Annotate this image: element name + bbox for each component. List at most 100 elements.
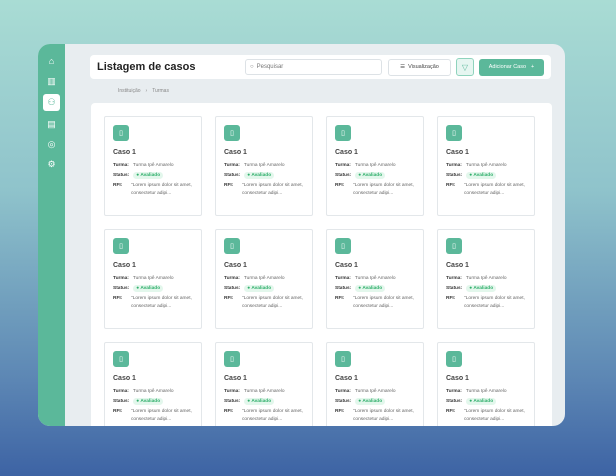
status-label: Status: (113, 286, 130, 292)
case-card[interactable]: ▯ Caso 1 Turma: Turma Ipê Amarelo Status:… (104, 116, 202, 216)
view-button[interactable]: ☰ Visualização (388, 58, 451, 76)
turma-value: Turma Ipê Amarelo (465, 163, 507, 168)
case-card[interactable]: ▯ Caso 1 Turma: Turma Ipê Amarelo Status:… (437, 116, 535, 216)
users-icon[interactable]: ⚇ (43, 94, 60, 111)
status-row: Status: ● Avaliado (113, 398, 193, 406)
status-badge: ● Avaliado (133, 285, 164, 293)
case-card[interactable]: ▯ Caso 1 Turma: Turma Ipê Amarelo Status:… (215, 116, 313, 216)
case-title: Caso 1 (113, 149, 136, 156)
rfi-label: RFI: (224, 183, 234, 189)
case-card[interactable]: ▯ Caso 1 Turma: Turma Ipê Amarelo Status:… (437, 342, 535, 426)
turma-row: Turma: Turma Ipê Amarelo (113, 275, 193, 282)
case-card[interactable]: ▯ Caso 1 Turma: Turma Ipê Amarelo Status:… (104, 342, 202, 426)
case-card[interactable]: ▯ Caso 1 Turma: Turma Ipê Amarelo Status:… (326, 229, 424, 329)
chart-icon[interactable]: ▥ (43, 74, 60, 88)
case-card[interactable]: ▯ Caso 1 Turma: Turma Ipê Amarelo Status:… (437, 229, 535, 329)
status-badge: ● Avaliado (244, 172, 275, 180)
case-card[interactable]: ▯ Caso 1 Turma: Turma Ipê Amarelo Status:… (326, 342, 424, 426)
document-icon[interactable]: ▤ (43, 117, 60, 131)
case-title: Caso 1 (224, 149, 247, 156)
status-badge: ● Avaliado (466, 172, 497, 180)
rfi-label: RFI: (335, 296, 345, 302)
rfi-label: RFI: (113, 183, 123, 189)
case-title: Caso 1 (113, 262, 136, 269)
turma-row: Turma: Turma Ipê Amarelo (335, 388, 415, 395)
filter-button[interactable]: ▽ (456, 58, 474, 76)
status-row: Status: ● Avaliado (446, 172, 526, 180)
status-badge: ● Avaliado (355, 398, 386, 406)
search-icon: ○ (250, 64, 254, 70)
list-icon: ☰ (400, 64, 406, 70)
rfi-value: "Lorem ipsum dolor sit amet, consectetur… (242, 296, 303, 309)
turma-label: Turma: (224, 389, 240, 394)
turma-label: Turma: (224, 276, 240, 281)
rfi-label: RFI: (224, 409, 234, 415)
add-case-button[interactable]: Adicionar Caso + (479, 58, 544, 76)
turma-row: Turma: Turma Ipê Amarelo (224, 388, 304, 395)
turma-label: Turma: (113, 276, 129, 281)
rfi-value: "Lorem ipsum dolor sit amet, consectetur… (131, 296, 192, 309)
turma-value: Turma Ipê Amarelo (354, 389, 396, 394)
book-icon: ▯ (224, 238, 240, 254)
turma-label: Turma: (446, 276, 462, 281)
plus-icon: + (531, 64, 535, 70)
search-placeholder: Pesquisar (256, 64, 284, 70)
status-row: Status: ● Avaliado (446, 285, 526, 293)
turma-value: Turma Ipê Amarelo (465, 276, 507, 281)
turma-row: Turma: Turma Ipê Amarelo (113, 388, 193, 395)
book-icon: ▯ (113, 125, 129, 141)
status-row: Status: ● Avaliado (224, 172, 304, 180)
status-row: Status: ● Avaliado (446, 398, 526, 406)
case-card[interactable]: ▯ Caso 1 Turma: Turma Ipê Amarelo Status:… (215, 342, 313, 426)
rfi-row: RFI: "Lorem ipsum dolor sit amet, consect… (446, 182, 526, 196)
case-card[interactable]: ▯ Caso 1 Turma: Turma Ipê Amarelo Status:… (104, 229, 202, 329)
rfi-value: "Lorem ipsum dolor sit amet, consectetur… (464, 296, 525, 309)
search-input[interactable]: ○ Pesquisar (245, 59, 382, 75)
rfi-label: RFI: (224, 296, 234, 302)
page-title: Listagem de casos (97, 61, 196, 73)
turma-value: Turma Ipê Amarelo (243, 163, 285, 168)
status-row: Status: ● Avaliado (335, 172, 415, 180)
rfi-value: "Lorem ipsum dolor sit amet, consectetur… (131, 409, 192, 422)
filter-icon: ▽ (461, 62, 469, 72)
status-row: Status: ● Avaliado (224, 398, 304, 406)
turma-value: Turma Ipê Amarelo (132, 276, 174, 281)
gear-icon[interactable]: ⚙ (43, 157, 60, 171)
status-label: Status: (446, 173, 463, 179)
case-grid: ▯ Caso 1 Turma: Turma Ipê Amarelo Status:… (91, 103, 552, 426)
breadcrumb-item[interactable]: Turmas (152, 88, 169, 94)
book-icon: ▯ (335, 125, 351, 141)
status-row: Status: ● Avaliado (113, 172, 193, 180)
circle-icon[interactable]: ◎ (43, 137, 60, 151)
turma-value: Turma Ipê Amarelo (465, 389, 507, 394)
book-icon: ▯ (224, 351, 240, 367)
status-label: Status: (224, 399, 241, 405)
case-title: Caso 1 (113, 375, 136, 382)
turma-label: Turma: (446, 389, 462, 394)
turma-label: Turma: (224, 163, 240, 168)
rfi-row: RFI: "Lorem ipsum dolor sit amet, consect… (224, 408, 304, 422)
status-badge: ● Avaliado (355, 172, 386, 180)
book-icon: ▯ (335, 351, 351, 367)
status-badge: ● Avaliado (133, 398, 164, 406)
rfi-value: "Lorem ipsum dolor sit amet, consectetur… (353, 409, 414, 422)
case-card[interactable]: ▯ Caso 1 Turma: Turma Ipê Amarelo Status:… (326, 116, 424, 216)
breadcrumb-item[interactable]: Instituição (118, 88, 141, 94)
home-icon[interactable]: ⌂ (43, 54, 60, 68)
rfi-row: RFI: "Lorem ipsum dolor sit amet, consect… (224, 182, 304, 196)
rfi-value: "Lorem ipsum dolor sit amet, consectetur… (464, 183, 525, 196)
rfi-value: "Lorem ipsum dolor sit amet, consectetur… (353, 183, 414, 196)
rfi-row: RFI: "Lorem ipsum dolor sit amet, consect… (224, 295, 304, 309)
status-row: Status: ● Avaliado (224, 285, 304, 293)
turma-value: Turma Ipê Amarelo (354, 163, 396, 168)
turma-label: Turma: (446, 163, 462, 168)
book-icon: ▯ (446, 351, 462, 367)
rfi-value: "Lorem ipsum dolor sit amet, consectetur… (131, 183, 192, 196)
case-card[interactable]: ▯ Caso 1 Turma: Turma Ipê Amarelo Status:… (215, 229, 313, 329)
status-label: Status: (224, 286, 241, 292)
status-badge: ● Avaliado (355, 285, 386, 293)
status-badge: ● Avaliado (244, 398, 275, 406)
rfi-label: RFI: (335, 409, 345, 415)
turma-label: Turma: (335, 276, 351, 281)
turma-label: Turma: (113, 163, 129, 168)
